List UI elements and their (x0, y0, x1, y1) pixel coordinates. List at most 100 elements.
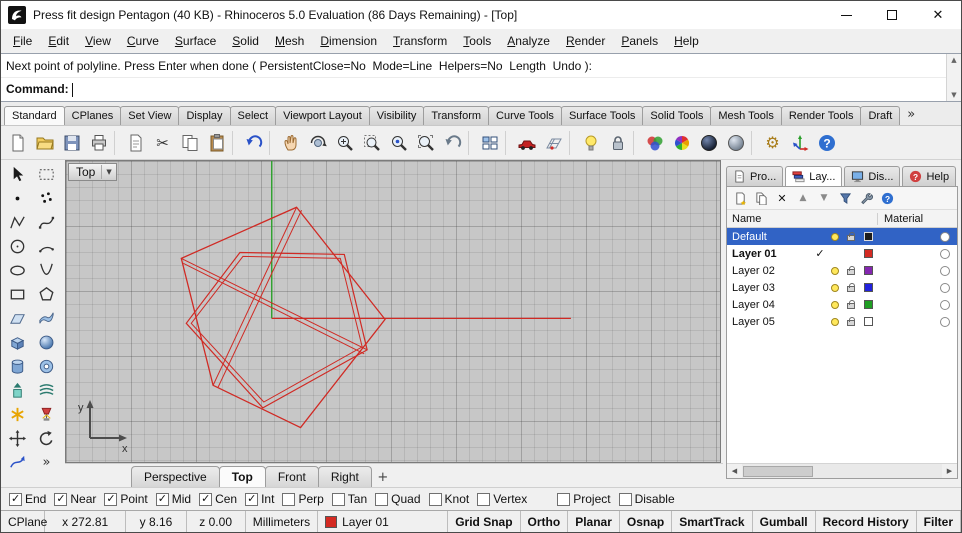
layer-row-layer-02[interactable]: Layer 02 (727, 262, 957, 279)
scroll-left-icon[interactable]: ◀ (727, 467, 742, 475)
layer-material-circle[interactable] (877, 231, 957, 242)
status-ortho-toggle[interactable]: Ortho (521, 511, 569, 532)
new-file-icon[interactable] (4, 129, 31, 157)
tab-right[interactable]: Right (317, 466, 372, 487)
layer-visibility-bulb-icon[interactable] (827, 232, 843, 241)
layer-row-layer-03[interactable]: Layer 03 (727, 279, 957, 296)
menu-mesh[interactable]: Mesh (267, 31, 312, 52)
zoom-window-icon[interactable] (358, 129, 385, 157)
layer-color-swatch[interactable] (859, 266, 877, 275)
menu-analyze[interactable]: Analyze (499, 31, 558, 52)
toolbar-tab-display[interactable]: Display (178, 106, 231, 125)
layer-material-circle[interactable] (877, 248, 957, 259)
move-icon[interactable] (3, 426, 32, 450)
toolbar-tab-cplanes[interactable]: CPlanes (63, 106, 122, 125)
options-gear-icon[interactable]: ⚙ (759, 129, 786, 157)
menu-edit[interactable]: Edit (40, 31, 77, 52)
toolbar-tab-transform[interactable]: Transform (423, 106, 490, 125)
toolbar-tab-viewport-layout[interactable]: Viewport Layout (275, 106, 370, 125)
marquee-select-icon[interactable] (32, 162, 61, 186)
osnap-quad-checkbox[interactable] (375, 492, 389, 506)
rotate-view-icon[interactable] (304, 129, 331, 157)
new-layer-icon[interactable] (731, 189, 749, 207)
layer-lock-icon[interactable] (843, 317, 859, 326)
tab-perspective[interactable]: Perspective (131, 466, 220, 487)
toolbar-tab-visibility[interactable]: Visibility (368, 106, 425, 125)
scroll-down-icon[interactable]: ▼ (947, 89, 961, 101)
sphere-icon[interactable] (32, 330, 61, 354)
box-icon[interactable] (3, 330, 32, 354)
menu-dimension[interactable]: Dimension (312, 31, 385, 52)
zoom-dynamic-icon[interactable] (331, 129, 358, 157)
tab-help[interactable]: ? Help (902, 166, 957, 186)
polygon-icon[interactable] (32, 282, 61, 306)
command-scrollbar[interactable]: ▲ ▼ (946, 54, 961, 101)
rotate-icon[interactable] (32, 426, 61, 450)
move-up-icon[interactable]: ▲ (794, 189, 812, 207)
viewport-canvas[interactable] (66, 161, 720, 462)
viewport-title[interactable]: Top ▼ (68, 163, 117, 181)
render-icon[interactable] (641, 129, 668, 157)
osnap-tan-checkbox[interactable] (331, 492, 345, 506)
layer-lock-icon[interactable] (843, 300, 859, 309)
menu-help[interactable]: Help (666, 31, 707, 52)
plane-surface-icon[interactable] (3, 306, 32, 330)
status-record-history-toggle[interactable]: Record History (816, 511, 917, 532)
osnap-perp-checkbox[interactable] (282, 492, 296, 506)
toolbar-tab-solid-tools[interactable]: Solid Tools (642, 106, 712, 125)
add-viewport-tab-button[interactable]: + (371, 468, 395, 487)
menu-tools[interactable]: Tools (455, 31, 499, 52)
arc-icon[interactable] (32, 234, 61, 258)
toolbar-tab-mesh-tools[interactable]: Mesh Tools (710, 106, 782, 125)
osnap-mid-checkbox[interactable] (155, 492, 169, 506)
layer-color-swatch[interactable] (859, 232, 877, 241)
circle-icon[interactable] (3, 234, 32, 258)
scroll-track[interactable] (742, 464, 942, 478)
status-current-layer[interactable]: Layer 01 (318, 511, 449, 532)
point-cloud-icon[interactable] (32, 186, 61, 210)
move-down-icon[interactable]: ▼ (815, 189, 833, 207)
open-file-icon[interactable] (31, 129, 58, 157)
osnap-knot[interactable]: Knot (428, 492, 469, 506)
surface-from-curves-icon[interactable] (32, 306, 61, 330)
layer-material-circle[interactable] (877, 282, 957, 293)
layer-color-swatch[interactable] (859, 283, 877, 292)
layer-tools-icon[interactable] (857, 189, 875, 207)
osnap-vertex[interactable]: Vertex (477, 492, 527, 506)
layer-visibility-bulb-icon[interactable] (827, 317, 843, 326)
layer-row-default[interactable]: Default (727, 228, 957, 245)
osnap-near-checkbox[interactable] (54, 492, 68, 506)
menu-panels[interactable]: Panels (613, 31, 666, 52)
cylinder-icon[interactable] (3, 354, 32, 378)
ghosted-sphere-icon[interactable] (722, 129, 749, 157)
osnap-quad[interactable]: Quad (375, 492, 421, 506)
select-arrow-icon[interactable] (3, 162, 32, 186)
status-cplane[interactable]: CPlane (1, 511, 47, 532)
toolbar-tab-standard[interactable]: Standard (4, 106, 65, 125)
osnap-int-checkbox[interactable] (245, 492, 259, 506)
tab-front[interactable]: Front (264, 466, 319, 487)
lightbulb-icon[interactable] (577, 129, 604, 157)
save-icon[interactable] (58, 129, 85, 157)
layer-lock-icon[interactable] (843, 232, 859, 241)
layer-color-swatch[interactable] (859, 249, 877, 258)
filter-icon[interactable] (836, 189, 854, 207)
column-header-material[interactable]: Material (877, 212, 957, 225)
status-filter-toggle[interactable]: Filter (917, 511, 961, 532)
osnap-mid[interactable]: Mid (155, 492, 191, 506)
viewport-menu-dropdown-icon[interactable]: ▼ (101, 165, 115, 179)
scroll-up-icon[interactable]: ▲ (947, 54, 961, 66)
osnap-perp[interactable]: Perp (282, 492, 324, 506)
maximize-button[interactable] (869, 1, 915, 29)
rectangle-icon[interactable] (3, 282, 32, 306)
pipe-icon[interactable] (32, 354, 61, 378)
layer-lock-icon[interactable] (843, 283, 859, 292)
top-viewport[interactable]: Top ▼ y x (65, 160, 721, 463)
help-icon[interactable]: ? (813, 129, 840, 157)
layer-visibility-bulb-icon[interactable] (827, 283, 843, 292)
scroll-track[interactable] (947, 66, 961, 89)
menu-curve[interactable]: Curve (119, 31, 167, 52)
pan-icon[interactable] (277, 129, 304, 157)
menu-view[interactable]: View (77, 31, 119, 52)
osnap-project[interactable]: Project (557, 492, 611, 506)
